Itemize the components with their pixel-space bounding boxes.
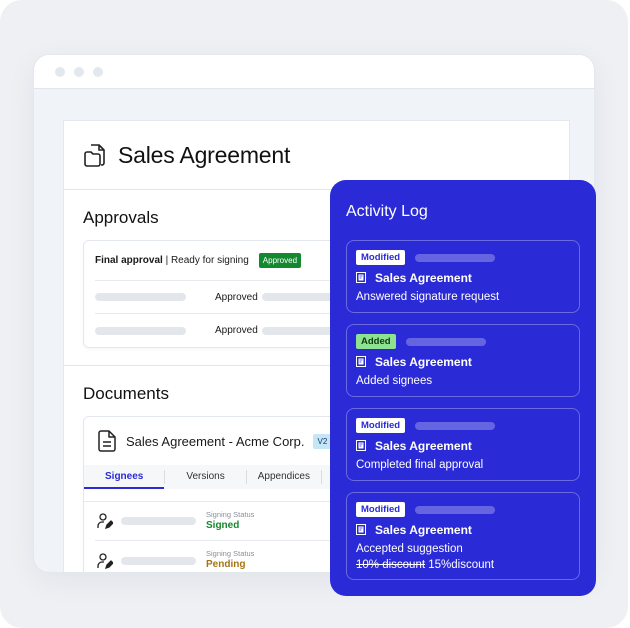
timestamp-placeholder xyxy=(415,505,496,514)
approval-row[interactable]: Approved xyxy=(95,314,351,347)
signing-status-value: Signed xyxy=(206,519,240,531)
document-card: Sales Agreement - Acme Corp. V2 Signees … xyxy=(83,416,363,572)
activity-description: Accepted suggestion xyxy=(356,543,463,555)
signing-status-label: Signing Status xyxy=(206,549,255,559)
activity-doc-name: Sales Agreement xyxy=(375,270,472,285)
timestamp-placeholder xyxy=(415,421,496,430)
documents-folder-icon xyxy=(84,144,105,167)
approval-status: Approved xyxy=(215,325,258,336)
tab-appendices[interactable]: Appendices xyxy=(247,465,321,489)
modified-tag: Modified xyxy=(356,418,406,433)
timestamp-placeholder xyxy=(415,253,496,262)
window-titlebar xyxy=(34,55,594,89)
activity-log-panel: Activity Log Modified Sales Agreement An… xyxy=(330,180,596,596)
approver-name-placeholder xyxy=(95,326,186,335)
new-value: 15%discount xyxy=(428,559,495,572)
activity-description: Answered signature request xyxy=(356,291,500,303)
approval-card: Final approval | Ready for signing Appro… xyxy=(83,240,363,348)
modified-tag: Modified xyxy=(356,250,406,265)
signing-status-value: Pending xyxy=(206,559,246,571)
window-dot-maximize[interactable] xyxy=(93,66,103,77)
modified-tag: Modified xyxy=(356,502,406,517)
signing-status-label: Signing Status xyxy=(206,509,255,519)
final-approval-status: Ready for signing xyxy=(170,255,249,266)
activity-log-title: Activity Log xyxy=(346,203,428,220)
tab-signees[interactable]: Signees xyxy=(84,465,165,489)
document-icon xyxy=(98,430,116,452)
window-dot-minimize[interactable] xyxy=(74,66,84,77)
activity-description: Added signees xyxy=(356,375,433,387)
timestamp-placeholder xyxy=(405,337,486,346)
page-title: Sales Agreement xyxy=(118,141,291,168)
signee-list: Signing Status Signed Signing Status Pen… xyxy=(84,501,362,572)
activity-item[interactable]: Modified Sales Agreement Accepted sugges… xyxy=(346,492,580,580)
separator: | xyxy=(162,255,171,266)
signee-name-placeholder xyxy=(121,556,196,565)
activity-item[interactable]: Added Sales Agreement Added signees xyxy=(346,324,580,397)
document-name: Sales Agreement - Acme Corp. xyxy=(126,433,305,449)
signee-row[interactable]: Signing Status Pending xyxy=(95,541,351,572)
document-icon xyxy=(356,440,366,451)
document-icon xyxy=(356,524,366,535)
document-header[interactable]: Sales Agreement - Acme Corp. V2 xyxy=(84,417,362,465)
approved-badge: Approved xyxy=(258,253,302,268)
added-tag: Added xyxy=(356,334,396,349)
signee-row[interactable]: Signing Status Signed xyxy=(95,502,351,541)
version-badge: V2 xyxy=(313,433,332,449)
tab-versions[interactable]: Versions xyxy=(165,465,245,489)
user-edit-icon xyxy=(97,513,113,529)
final-approval-row[interactable]: Final approval | Ready for signing Appro… xyxy=(95,241,351,281)
window-dot-close[interactable] xyxy=(55,66,65,77)
old-value: 10% discount xyxy=(356,559,426,572)
activity-item[interactable]: Modified Sales Agreement Answered signat… xyxy=(346,240,580,313)
document-icon xyxy=(356,272,366,283)
signee-name-placeholder xyxy=(121,517,196,525)
document-tabs: Signees Versions Appendices F xyxy=(84,465,362,489)
approval-status: Approved xyxy=(215,291,258,303)
activity-doc-name: Sales Agreement xyxy=(375,438,472,453)
activity-item[interactable]: Modified Sales Agreement Completed final… xyxy=(346,408,580,481)
activity-description: Completed final approval xyxy=(356,459,484,471)
activity-doc-name: Sales Agreement xyxy=(375,354,472,369)
approver-name-placeholder xyxy=(95,293,186,301)
document-icon xyxy=(356,356,366,367)
approval-row[interactable]: Approved xyxy=(95,281,351,314)
final-approval-label: Final approval xyxy=(95,255,163,266)
user-edit-icon xyxy=(97,552,113,569)
activity-doc-name: Sales Agreement xyxy=(375,522,472,537)
